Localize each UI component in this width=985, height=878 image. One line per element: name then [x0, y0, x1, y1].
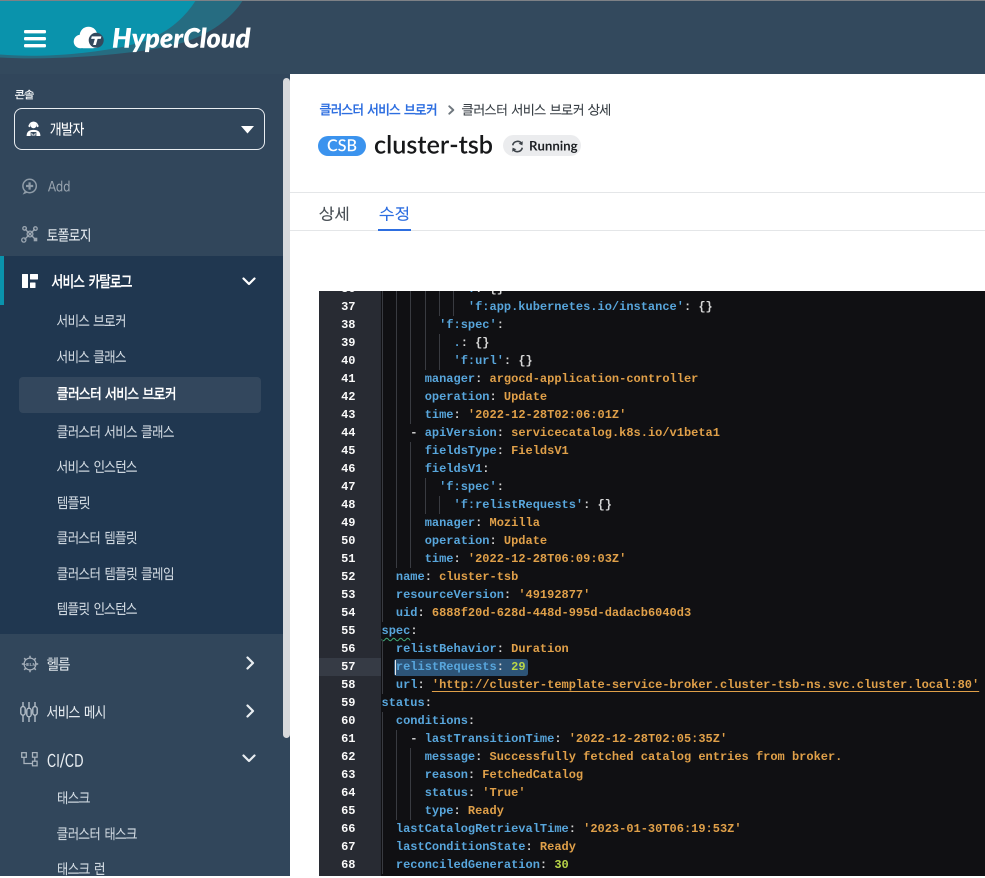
- svg-text:HELM: HELM: [24, 662, 37, 667]
